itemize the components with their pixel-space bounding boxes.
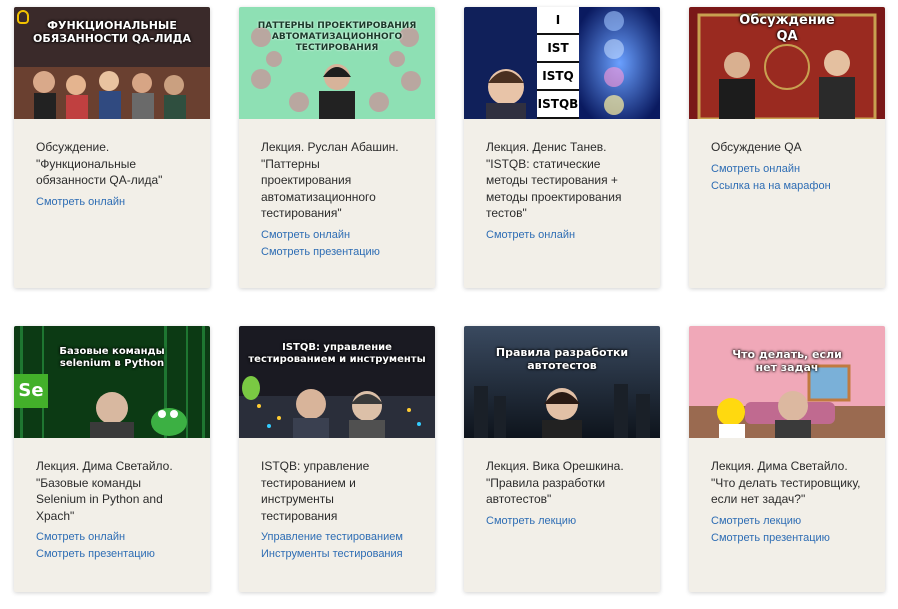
watch-lecture-link[interactable]: Смотреть лекцию — [711, 513, 863, 530]
lectures-grid: ФУНКЦИОНАЛЬНЫЕ ОБЯЗАННОСТИ QA-ЛИДА Обсуж… — [0, 0, 898, 609]
test-management-link[interactable]: Управление тестированием — [261, 529, 413, 546]
lecture-card: Se Базовые команды selenium в Python Лек… — [14, 326, 210, 592]
thumbnail-image — [464, 326, 660, 438]
lecture-thumbnail[interactable]: Правила разработки автотестов — [464, 326, 660, 438]
view-presentation-link[interactable]: Смотреть презентацию — [261, 244, 413, 261]
lecture-card: Правила разработки автотестов Лекция. Ви… — [464, 326, 660, 592]
istqb-level: I — [537, 7, 579, 35]
lecture-title: Обсуждение. "Функциональные обязанности … — [36, 140, 163, 187]
watch-online-link[interactable]: Смотреть онлайн — [711, 161, 863, 178]
lecture-thumbnail[interactable]: Что делать, если нет задач — [689, 326, 885, 438]
lecture-title: Обсуждение QA — [711, 140, 802, 154]
lecture-thumbnail[interactable]: I IST ISTQ ISTQB — [464, 7, 660, 119]
thumbnail-title: ФУНКЦИОНАЛЬНЫЕ ОБЯЗАННОСТИ QA-ЛИДА — [33, 19, 191, 46]
lecture-card: I IST ISTQ ISTQB Лекция. Денис Танев. "I… — [464, 7, 660, 288]
lecture-title: Лекция. Руслан Абашин. "Паттерны проекти… — [261, 140, 399, 220]
lecture-thumbnail[interactable]: ФУНКЦИОНАЛЬНЫЕ ОБЯЗАННОСТИ QA-ЛИДА — [14, 7, 210, 119]
watch-online-link[interactable]: Смотреть онлайн — [486, 227, 638, 244]
view-presentation-link[interactable]: Смотреть презентацию — [711, 530, 863, 547]
watch-online-link[interactable]: Смотреть онлайн — [36, 529, 188, 546]
lecture-title: Лекция. Вика Орешкина. "Правила разработ… — [486, 459, 624, 506]
thumbnail-title: ПАТТЕРНЫ ПРОЕКТИРОВАНИЯ АВТОМАТИЗАЦИОННО… — [257, 21, 417, 53]
thumbnail-title: Обсуждение QA — [739, 13, 835, 44]
lecture-card: Что делать, если нет задач Лекция. Дима … — [689, 326, 885, 592]
lecture-title: ISTQB: управление тестированием и инстру… — [261, 459, 370, 523]
lecture-card: ПАТТЕРНЫ ПРОЕКТИРОВАНИЯ АВТОМАТИЗАЦИОННО… — [239, 7, 435, 288]
testing-tools-link[interactable]: Инструменты тестирования — [261, 546, 413, 563]
istqb-level: ISTQB — [537, 91, 579, 119]
lecture-thumbnail[interactable]: ПАТТЕРНЫ ПРОЕКТИРОВАНИЯ АВТОМАТИЗАЦИОННО… — [239, 7, 435, 119]
watch-lecture-link[interactable]: Смотреть лекцию — [486, 513, 638, 530]
thumbnail-title: Правила разработки автотестов — [495, 346, 629, 373]
lecture-thumbnail[interactable]: Обсуждение QA — [689, 7, 885, 119]
istqb-level-stack: I IST ISTQ ISTQB — [537, 7, 579, 119]
thumbnail-title: Что делать, если нет задач — [732, 348, 842, 375]
lecture-card: ФУНКЦИОНАЛЬНЫЕ ОБЯЗАННОСТИ QA-ЛИДА Обсуж… — [14, 7, 210, 288]
istqb-level: ISTQ — [537, 63, 579, 91]
thumbnail-image — [689, 326, 885, 438]
lecture-thumbnail[interactable]: ISTQB: управление тестированием и инстру… — [239, 326, 435, 438]
lecture-title: Лекция. Денис Танев. "ISTQB: статические… — [486, 140, 622, 220]
lecture-card: Обсуждение QA Обсуждение QA Смотреть онл… — [689, 7, 885, 288]
thumbnail-title: Базовые команды selenium в Python — [59, 346, 165, 369]
lecture-card: ISTQB: управление тестированием и инстру… — [239, 326, 435, 592]
marathon-link[interactable]: Ссылка на на марафон — [711, 178, 863, 195]
watch-online-link[interactable]: Смотреть онлайн — [261, 227, 413, 244]
selenium-logo-icon: Se — [14, 374, 48, 408]
watch-online-link[interactable]: Смотреть онлайн — [36, 194, 188, 211]
lecture-title: Лекция. Дима Светайло. "Базовые команды … — [36, 459, 173, 523]
lecture-title: Лекция. Дима Светайло. "Что делать тести… — [711, 459, 861, 506]
view-presentation-link[interactable]: Смотреть презентацию — [36, 546, 188, 563]
istqb-level: IST — [537, 35, 579, 63]
thumbnail-title: ISTQB: управление тестированием и инстру… — [248, 342, 426, 365]
lecture-thumbnail[interactable]: Se Базовые команды selenium в Python — [14, 326, 210, 438]
